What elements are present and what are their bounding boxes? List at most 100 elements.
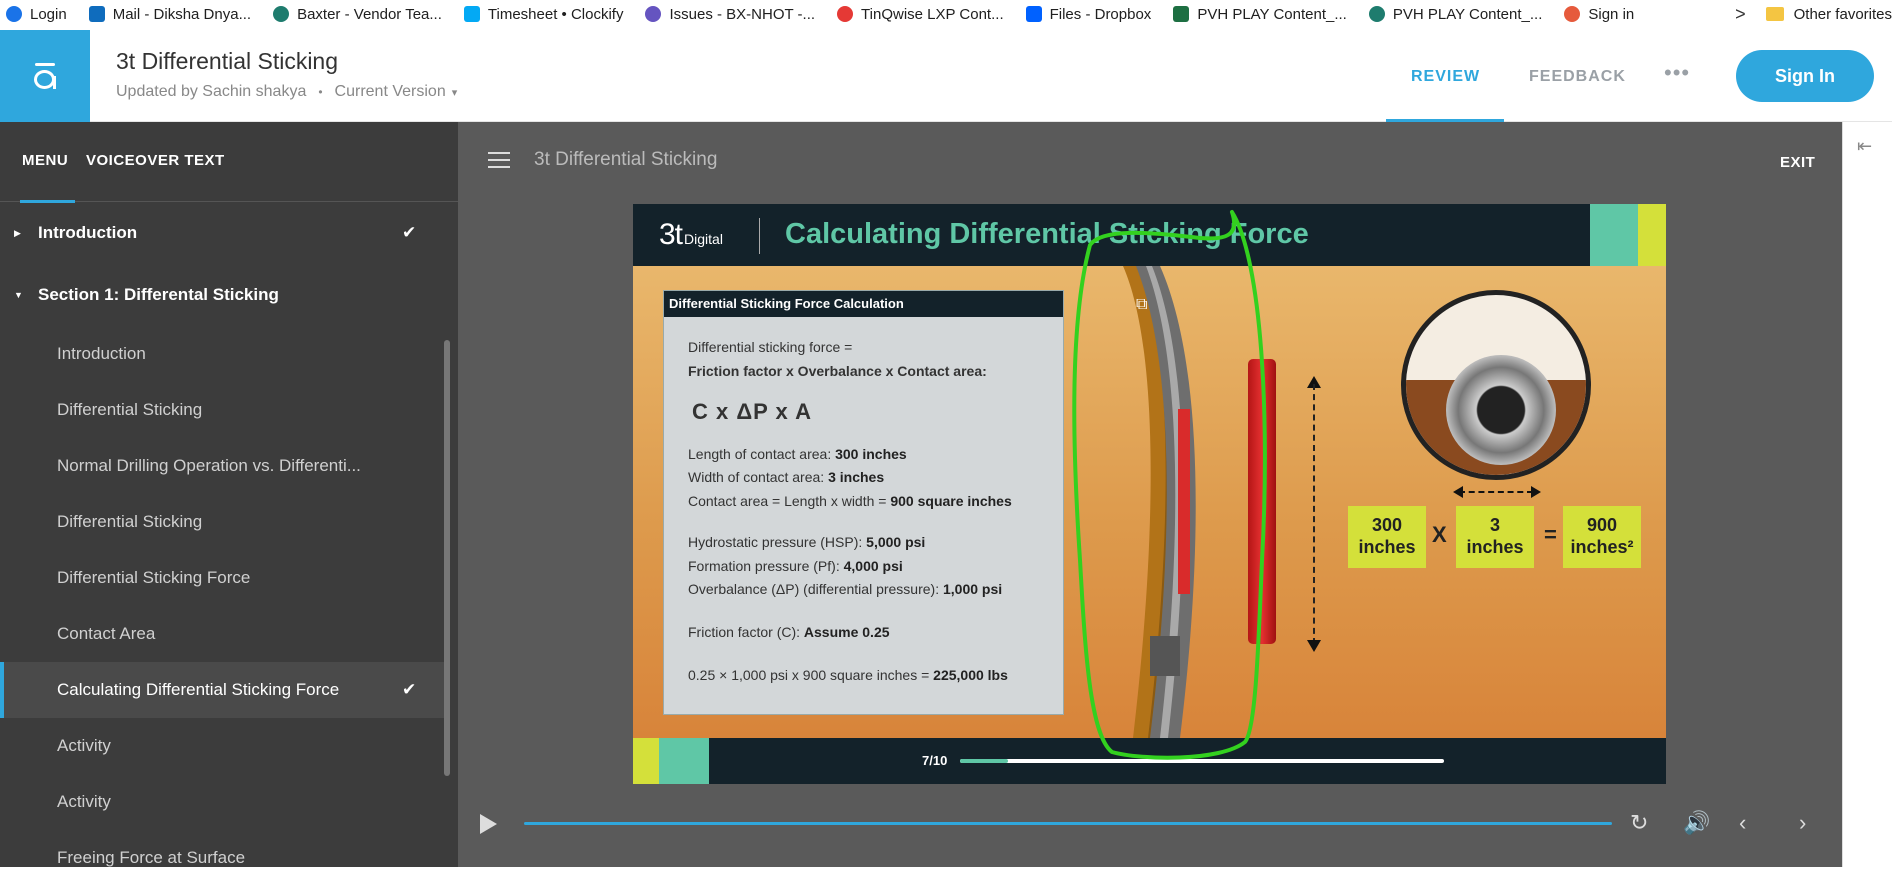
volume-icon[interactable]: 🔊	[1683, 810, 1710, 836]
tab-voiceover-text[interactable]: VOICEOVER TEXT	[86, 152, 225, 169]
version-dropdown[interactable]: Current Version ▾	[335, 83, 458, 101]
course-sidebar: MENU VOICEOVER TEXT ▶ Introduction ✔ ▼ S…	[0, 122, 458, 867]
sidebar-item-freeing-force[interactable]: Freeing Force at Surface	[0, 830, 444, 867]
sidebar-item-differential-sticking[interactable]: Differential Sticking	[0, 382, 444, 438]
chevron-down-icon: ▾	[451, 87, 458, 99]
page-bottom-strip	[0, 867, 1892, 882]
exit-button[interactable]: EXIT	[1780, 154, 1815, 171]
jira-icon	[645, 6, 662, 22]
sidebar-item-calculating-force[interactable]: Calculating Differential Sticking Force …	[0, 662, 444, 718]
chevron-left-icon[interactable]: ‹	[1739, 810, 1746, 836]
sidebar-item-activity-2[interactable]: Activity	[0, 774, 444, 830]
sharepoint-icon	[273, 6, 290, 22]
hamburger-menu-icon[interactable]	[488, 152, 510, 173]
sidebar-item-normal-drilling[interactable]: Normal Drilling Operation vs. Differenti…	[0, 438, 444, 494]
meta-separator: •	[318, 85, 323, 99]
length-box: 300 inches	[1348, 506, 1426, 568]
slide-footer: 7/10	[633, 738, 1666, 784]
folder-icon	[1765, 7, 1784, 21]
hsp-line: Hydrostatic pressure (HSP): 5,000 psi	[688, 534, 926, 550]
pipe-cross-section	[1401, 290, 1591, 480]
slide-logo: 3t Digital	[659, 218, 723, 251]
outlook-icon	[88, 6, 105, 22]
caret-down-icon: ▼	[14, 290, 23, 300]
formula-words: Friction factor x Overbalance x Contact …	[688, 363, 987, 379]
clockify-icon	[463, 6, 480, 22]
course-title: 3t Differential Sticking	[116, 48, 339, 74]
playback-progress-bar[interactable]	[524, 822, 1612, 825]
lesson-slide: 3t Digital Calculating Differential Stick…	[633, 204, 1666, 784]
area-line: Contact area = Length x width = 900 squa…	[688, 493, 1012, 509]
sidebar-item-activity[interactable]: Activity	[0, 718, 444, 774]
formula-intro: Differential sticking force =	[688, 339, 853, 355]
globe-icon	[6, 6, 22, 22]
bookmark-signin[interactable]: Sign in	[1564, 6, 1634, 23]
header-accent-lime	[1638, 204, 1666, 266]
tab-review[interactable]: REVIEW	[1411, 68, 1480, 86]
bookmark-pvh-1[interactable]: PVH PLAY Content_...	[1173, 6, 1347, 23]
sharepoint-icon	[1368, 6, 1385, 22]
formation-wall	[1248, 359, 1276, 644]
logo-divider	[759, 218, 760, 254]
result-line: 0.25 × 1,000 psi x 900 square inches = 2…	[688, 667, 1008, 683]
bookmarks-overflow-icon[interactable]: >	[1735, 4, 1746, 25]
sidebar-scrollbar[interactable]	[444, 340, 450, 776]
collapse-rail: ⇤	[1842, 122, 1892, 867]
bookmark-issues[interactable]: Issues - BX-NHOT -...	[645, 6, 815, 23]
length-line: Length of contact area: 300 inches	[688, 446, 907, 462]
contact-area-strip	[1178, 409, 1190, 594]
equals-sign: =	[1544, 522, 1557, 547]
updated-by: Updated by Sachin shakya	[116, 83, 307, 100]
sidebar-section-1[interactable]: ▼ Section 1: Differental Sticking	[0, 264, 444, 326]
sidebar-item-introduction[interactable]: Introduction	[0, 326, 444, 382]
pipe-section	[1446, 355, 1556, 465]
sidebar-item-differential-sticking-2[interactable]: Differential Sticking	[0, 494, 444, 550]
friction-line: Friction factor (C): Assume 0.25	[688, 624, 890, 640]
overbalance-line: Overbalance (ΔP) (differential pressure)…	[688, 581, 1003, 597]
sidebar-item-differential-sticking-force[interactable]: Differential Sticking Force	[0, 550, 444, 606]
chevron-right-icon[interactable]: ›	[1799, 810, 1806, 836]
articulate-logo-icon	[33, 63, 57, 89]
other-favorites[interactable]: Other favorites	[1765, 6, 1892, 23]
app-logo[interactable]	[0, 30, 90, 122]
width-dimension-line	[1459, 491, 1533, 493]
caret-right-icon: ▶	[14, 227, 21, 238]
fullscreen-icon[interactable]: ⧉	[1136, 296, 1147, 314]
bookmark-mail[interactable]: Mail - Diksha Dnya...	[88, 6, 251, 23]
check-icon: ✔	[402, 680, 417, 699]
tab-feedback[interactable]: FEEDBACK	[1529, 68, 1626, 86]
app-header: 3t Differential Sticking Updated by Sach…	[0, 30, 1892, 122]
slide-title: Calculating Differential Sticking Force	[785, 218, 1309, 250]
width-box: 3 inches	[1456, 506, 1534, 568]
replay-icon[interactable]: ↻	[1630, 810, 1648, 836]
lesson-list: ▶ Introduction ✔ ▼ Section 1: Differenta…	[0, 202, 444, 867]
slide-progress-fill	[960, 759, 1009, 763]
width-line: Width of contact area: 3 inches	[688, 469, 885, 485]
excel-icon	[1173, 6, 1190, 22]
bookmark-pvh-2[interactable]: PVH PLAY Content_...	[1368, 6, 1542, 23]
sidebar-section-introduction[interactable]: ▶ Introduction ✔	[0, 202, 444, 264]
more-options-icon[interactable]: •••	[1664, 60, 1690, 86]
bookmark-login[interactable]: Login	[6, 6, 67, 23]
tab-menu[interactable]: MENU	[22, 152, 68, 169]
times-sign: X	[1432, 522, 1447, 547]
sidebar-tabs: MENU VOICEOVER TEXT	[0, 122, 458, 203]
sidebar-item-contact-area[interactable]: Contact Area	[0, 606, 444, 662]
play-icon[interactable]	[480, 814, 497, 834]
check-icon: ✔	[402, 223, 417, 242]
arrow-right-icon	[1531, 486, 1541, 498]
tinqwise-icon	[837, 6, 854, 22]
course-meta: Updated by Sachin shakya • Current Versi…	[116, 83, 457, 101]
calculation-card: Differential Sticking Force Calculation …	[663, 290, 1064, 715]
area-box: 900 inches²	[1563, 506, 1641, 568]
bookmark-baxter[interactable]: Baxter - Vendor Tea...	[273, 6, 442, 23]
player-title: 3t Differential Sticking	[534, 149, 718, 170]
collapse-panel-icon[interactable]: ⇤	[1857, 136, 1872, 157]
slide-progress-track	[960, 759, 1444, 763]
footer-accent-teal	[659, 738, 709, 784]
bookmark-timesheet[interactable]: Timesheet • Clockify	[463, 6, 623, 23]
length-dimension-line	[1313, 384, 1315, 644]
bookmark-dropbox[interactable]: Files - Dropbox	[1025, 6, 1151, 23]
sign-in-button[interactable]: Sign In	[1736, 50, 1874, 102]
bookmark-tinqwise[interactable]: TinQwise LXP Cont...	[837, 6, 1004, 23]
